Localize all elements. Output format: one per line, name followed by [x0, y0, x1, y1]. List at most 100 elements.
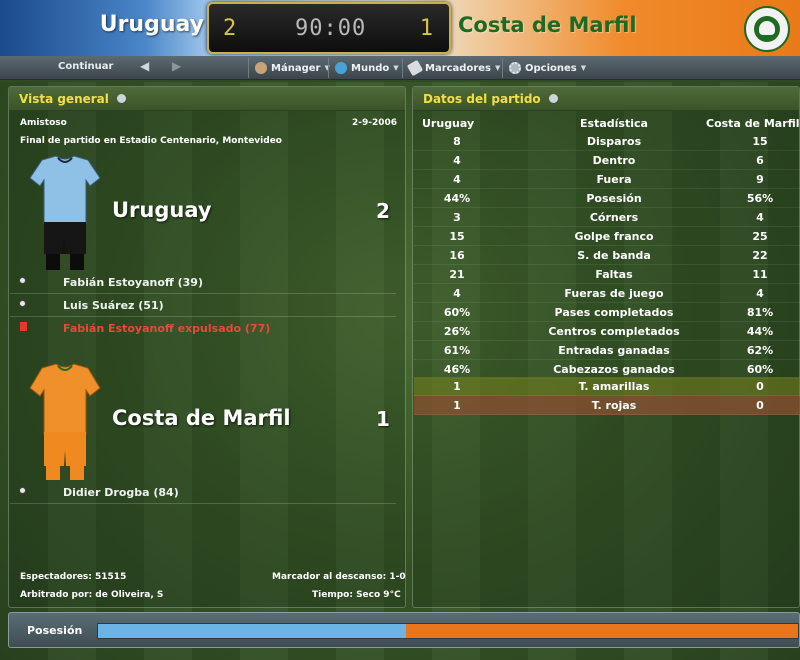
stat-row: 21 Faltas 11	[414, 265, 800, 284]
arrow-left-icon[interactable]: ◀	[140, 59, 149, 73]
attendance: Espectadores: 51515	[20, 572, 127, 582]
stat-row: 60% Pases completados 81%	[414, 303, 800, 322]
world-button[interactable]: Mundo ▼	[328, 58, 405, 78]
stat-row: 3 Córners 4	[414, 208, 800, 227]
stat-home-value: 60%	[443, 306, 471, 319]
bookmarks-button[interactable]: Marcadores ▼	[402, 58, 506, 78]
away-score: 1	[419, 16, 433, 41]
stat-row: 26% Centros completados 44%	[414, 322, 800, 341]
event-text: Fabián Estoyanoff expulsado (77)	[63, 322, 271, 335]
stat-row: 4 Dentro 6	[414, 151, 800, 170]
event-row: Fabián Estoyanoff expulsado (77)	[10, 318, 396, 340]
event-row: Luis Suárez (51)	[10, 295, 396, 317]
team-crest-icon	[744, 6, 790, 52]
options-label: Opciones	[525, 62, 577, 74]
stat-row: 4 Fuera 9	[414, 170, 800, 189]
chevron-down-icon: ▼	[495, 64, 501, 72]
stat-row: 61% Entradas ganadas 62%	[414, 341, 800, 360]
stat-home-value: 44%	[443, 192, 471, 205]
chevron-down-icon[interactable]	[117, 94, 127, 103]
weather: Tiempo: Seco 9°C	[312, 590, 401, 600]
stat-home-value: 3	[453, 211, 461, 224]
stat-home-value: 4	[453, 173, 461, 186]
continue-button[interactable]: Continuar	[58, 61, 113, 72]
away-team-name: Costa de Marfil	[458, 13, 637, 37]
scoreboard: 2 90:00 1	[207, 2, 451, 54]
red-card-icon	[20, 322, 27, 331]
stats-col-stat[interactable]: Estadística	[522, 117, 706, 130]
gears-icon	[509, 62, 521, 74]
stat-row: 4 Fueras de juego 4	[414, 284, 800, 303]
stat-away-value: 11	[752, 268, 768, 281]
home-team-name: Uruguay	[99, 12, 204, 37]
stat-name: Córners	[589, 211, 639, 224]
stat-home-value: 8	[453, 135, 461, 148]
halftime-score: Marcador al descanso: 1-0	[272, 572, 406, 582]
stat-away-value: 9	[756, 173, 764, 186]
chevron-down-icon: ▼	[580, 64, 587, 72]
stats-title: Datos del partido	[423, 92, 541, 106]
stat-home-value: 26%	[443, 325, 471, 338]
stat-home-value: 1	[453, 380, 461, 393]
stat-home-value: 46%	[443, 363, 471, 376]
ball-icon	[19, 277, 26, 284]
home-score: 2	[223, 16, 237, 41]
possession-home-fill	[98, 624, 406, 638]
stat-name: Fueras de juego	[564, 287, 664, 300]
stat-name: Centros completados	[548, 325, 680, 338]
stats-header-row: Uruguay Estadística Costa de Marfil	[414, 115, 800, 131]
stat-name: Cabezazos ganados	[553, 363, 675, 376]
stat-away-value: 60%	[746, 363, 774, 376]
stat-row-yellow-cards: 1 T. amarillas 0	[414, 377, 800, 396]
stat-home-value: 61%	[443, 344, 471, 357]
arrow-right-icon[interactable]: ▶	[172, 59, 181, 73]
stat-name: T. rojas	[591, 399, 637, 412]
stat-row: 44% Posesión 56%	[414, 189, 800, 208]
overview-panel-header[interactable]: Vista general	[9, 87, 405, 111]
stat-away-value: 6	[756, 154, 764, 167]
stat-row: 8 Disparos 15	[414, 132, 800, 151]
match-type: Amistoso	[20, 118, 67, 128]
possession-track	[97, 623, 799, 639]
stat-away-value: 4	[756, 287, 764, 300]
stats-col-away[interactable]: Costa de Marfil	[706, 117, 800, 130]
stats-panel-header[interactable]: Datos del partido	[413, 87, 799, 111]
possession-bar: Posesión	[8, 612, 800, 648]
options-button[interactable]: Opciones ▼	[502, 58, 592, 78]
stats-col-home[interactable]: Uruguay	[422, 117, 474, 130]
event-text: Luis Suárez (51)	[63, 299, 164, 312]
ball-icon	[19, 300, 26, 307]
stat-name: T. amarillas	[578, 380, 650, 393]
stat-away-value: 62%	[746, 344, 774, 357]
stat-away-value: 0	[756, 399, 764, 412]
event-row: Didier Drogba (84)	[10, 482, 396, 504]
stat-name: S. de banda	[577, 249, 651, 262]
event-text: Fabián Estoyanoff (39)	[63, 276, 203, 289]
globe-icon	[335, 62, 347, 74]
bookmark-icon	[406, 59, 424, 77]
stat-name: Pases completados	[554, 306, 674, 319]
stat-home-value: 15	[449, 230, 465, 243]
manager-label: Mánager	[271, 62, 321, 74]
manager-button[interactable]: Mánager ▼	[248, 58, 336, 78]
stat-home-value: 16	[449, 249, 465, 262]
stat-row: 15 Golpe franco 25	[414, 227, 800, 246]
match-header: Uruguay 2 90:00 1 Costa de Marfil	[0, 0, 800, 56]
bookmarks-label: Marcadores	[425, 62, 492, 74]
match-date: 2-9-2006	[352, 118, 398, 128]
stat-home-value: 1	[453, 399, 461, 412]
stat-away-value: 44%	[746, 325, 774, 338]
chevron-down-icon: ▼	[393, 64, 399, 72]
stat-name: Disparos	[586, 135, 642, 148]
away-team-score: 1	[376, 407, 390, 431]
chevron-down-icon[interactable]	[548, 94, 558, 103]
home-team-label: Uruguay	[112, 198, 212, 222]
possession-label: Posesión	[27, 624, 83, 637]
toolbar: Continuar ◀ ▶ Mánager ▼ Mundo ▼ Marcador…	[0, 56, 800, 80]
stat-name: Dentro	[592, 154, 636, 167]
stat-away-value: 0	[756, 380, 764, 393]
stat-name: Posesión	[586, 192, 642, 205]
stat-away-value: 22	[752, 249, 768, 262]
stat-name: Golpe franco	[574, 230, 654, 243]
referee: Arbitrado por: de Oliveira, S	[20, 590, 164, 600]
